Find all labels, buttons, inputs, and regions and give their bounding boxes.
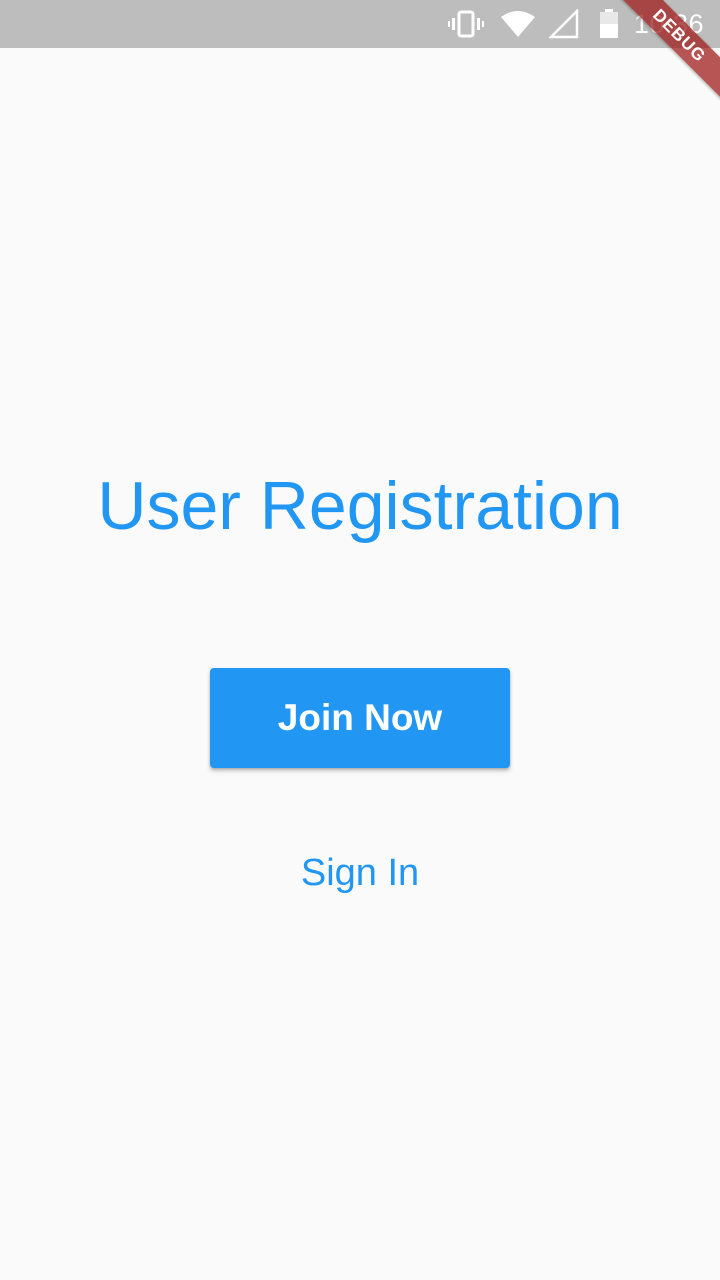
registration-screen: 10:36 DEBUG User Registration Join Now S… (0, 0, 720, 1280)
status-bar: 10:36 (0, 0, 720, 48)
battery-icon (598, 0, 620, 48)
page-title: User Registration (97, 468, 623, 544)
vibrate-icon (446, 0, 486, 48)
join-now-button[interactable]: Join Now (210, 668, 510, 768)
wifi-icon (500, 0, 536, 48)
signal-icon (548, 0, 580, 48)
status-clock: 10:36 (633, 9, 704, 39)
sign-in-button[interactable]: Sign In (260, 845, 460, 901)
